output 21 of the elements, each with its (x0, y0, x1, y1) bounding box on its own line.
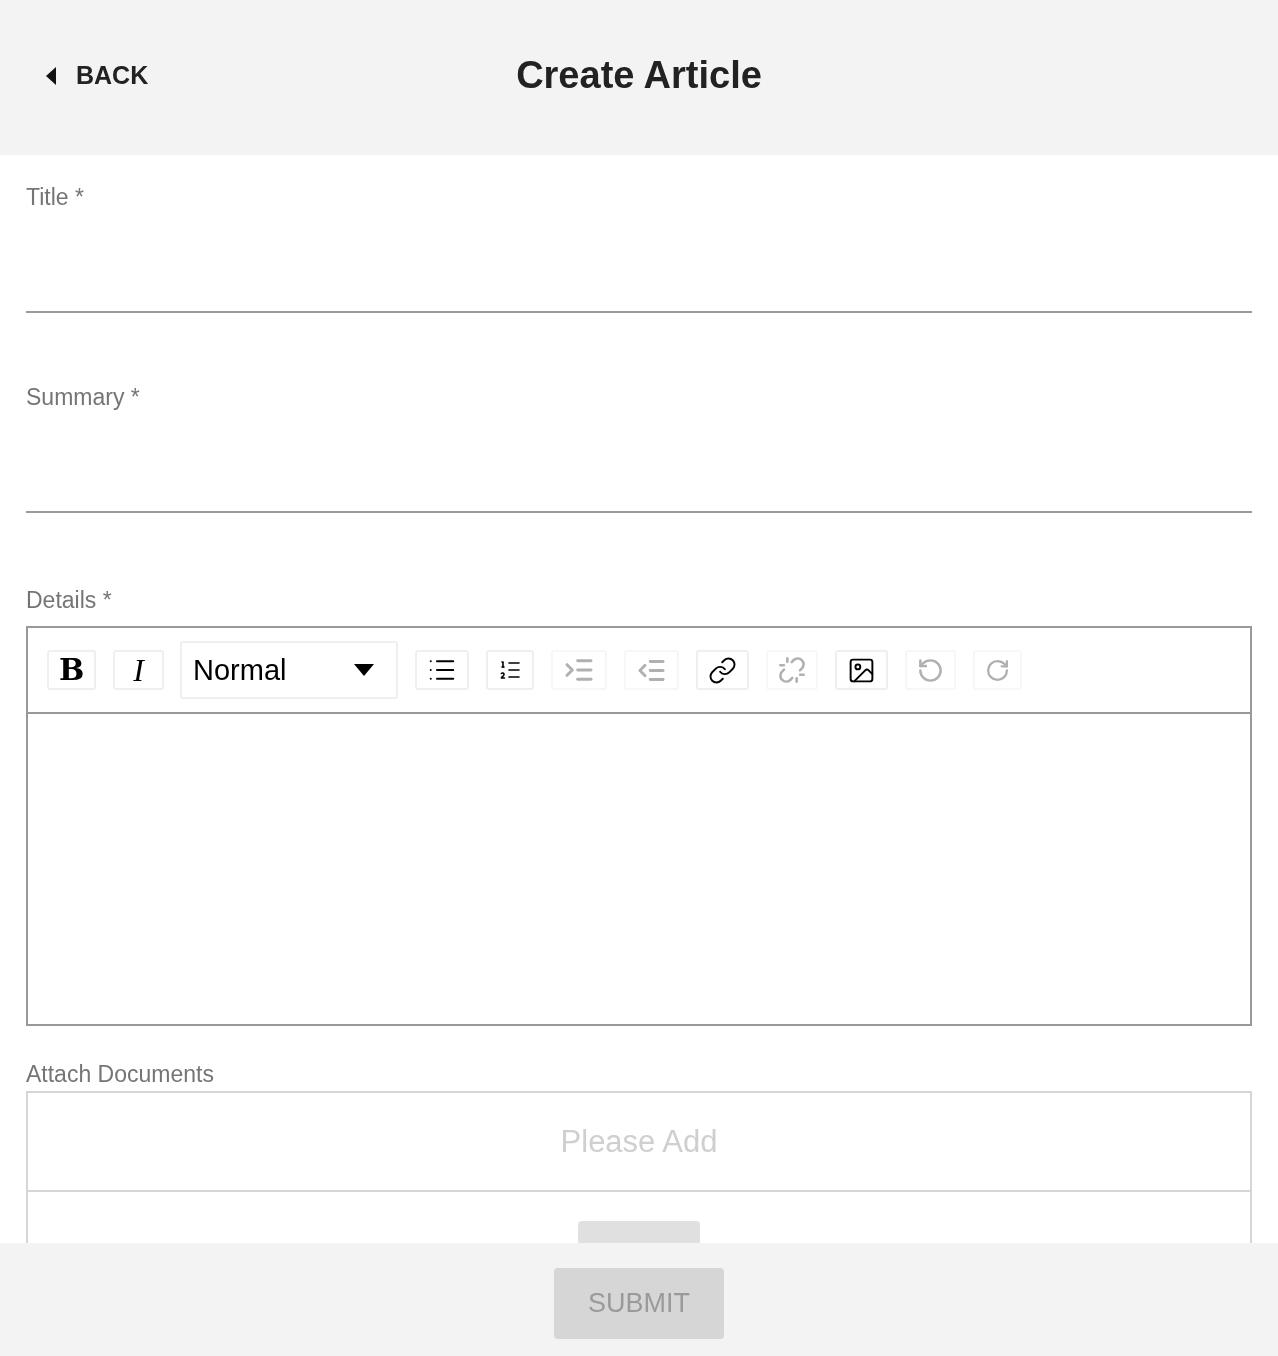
bullet-list-button[interactable] (415, 650, 469, 690)
bold-button[interactable]: B (47, 650, 97, 690)
rich-text-editor[interactable]: B I Normal (26, 626, 1252, 1026)
field-label: Title * (26, 184, 84, 210)
caret-left-icon (46, 66, 56, 85)
undo-icon (917, 656, 944, 684)
back-button[interactable]: BACK (46, 61, 149, 90)
field-label: Details * (26, 587, 112, 613)
numbered-list-button[interactable] (486, 650, 534, 690)
field-label: Summary * (26, 384, 140, 410)
link-icon (708, 655, 737, 685)
numbered-list-icon (498, 658, 522, 682)
link-button[interactable] (696, 650, 749, 690)
caret-down-icon (354, 664, 374, 676)
italic-button[interactable]: I (113, 650, 164, 690)
field-label: Attach Documents (26, 1061, 214, 1087)
broken-link-icon (778, 656, 806, 684)
text-style-dropdown[interactable]: Normal (180, 641, 398, 699)
page-title: Create Article (516, 54, 762, 97)
redo-icon (985, 657, 1010, 683)
image-button[interactable] (835, 650, 888, 690)
